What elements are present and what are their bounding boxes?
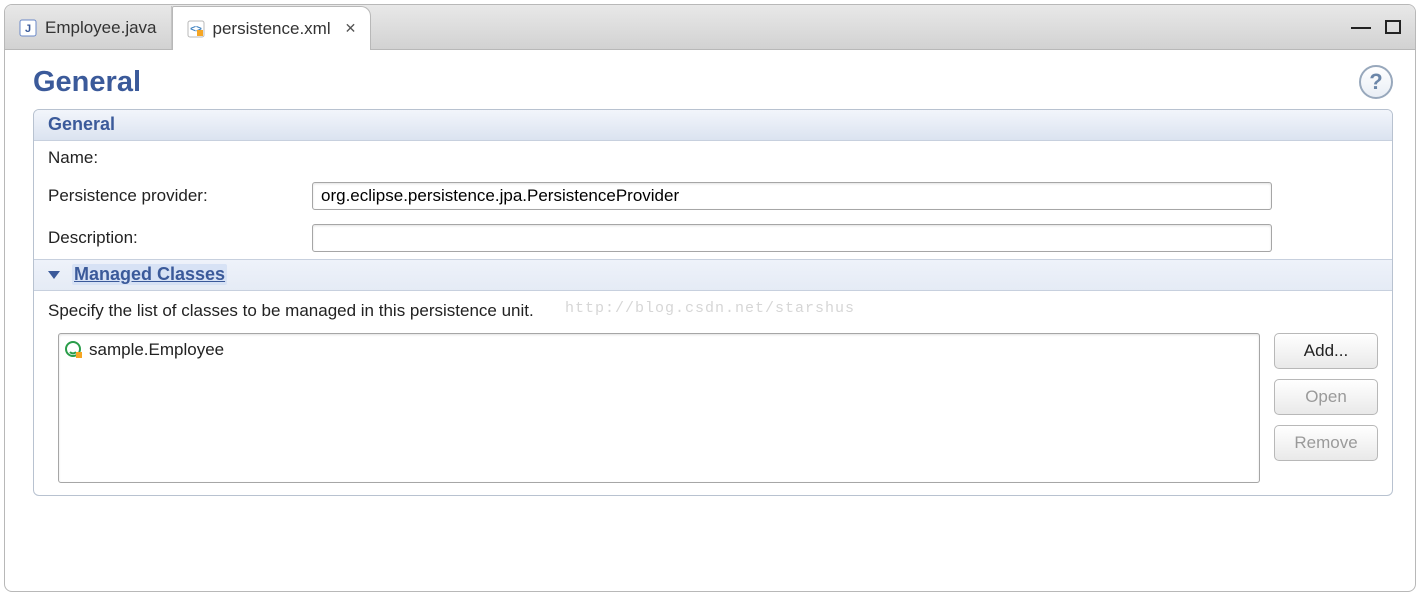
managed-classes-hint: Specify the list of classes to be manage… [44, 291, 1392, 333]
section-general: General Name: Persistence provider: Desc… [33, 109, 1393, 496]
section-managed-title-bar[interactable]: Managed Classes [34, 259, 1392, 291]
name-label: Name: [34, 141, 312, 175]
tabbar-controls [1351, 5, 1415, 49]
close-icon[interactable]: ✕ [345, 20, 357, 37]
chevron-down-icon [48, 271, 60, 279]
editor-tab-bar: J Employee.java <> persistence.xml ✕ [5, 5, 1415, 50]
tab-employee-java[interactable]: J Employee.java [5, 6, 172, 49]
svg-text:J: J [25, 23, 31, 35]
section-general-title: General [34, 110, 1392, 141]
tab-label: Employee.java [45, 18, 157, 38]
tab-persistence-xml[interactable]: <> persistence.xml ✕ [172, 6, 372, 50]
list-item-label: sample.Employee [89, 340, 224, 360]
description-label: Description: [34, 217, 312, 259]
section-title-text: General [48, 114, 115, 135]
minimize-icon[interactable] [1351, 25, 1371, 29]
editor-window: J Employee.java <> persistence.xml ✕ Gen [4, 4, 1416, 592]
managed-classes-link[interactable]: Managed Classes [72, 264, 227, 285]
help-icon: ? [1359, 65, 1393, 99]
managed-classes-row: sample.Employee Add... Open Remove [44, 333, 1392, 495]
tab-label: persistence.xml [213, 19, 331, 39]
page-title: General [33, 66, 141, 99]
add-button[interactable]: Add... [1274, 333, 1378, 369]
provider-label: Persistence provider: [34, 175, 312, 217]
remove-button[interactable]: Remove [1274, 425, 1378, 461]
persistence-provider-input[interactable] [312, 182, 1272, 210]
editor-content: General ? General Name: Persistence prov… [5, 50, 1415, 591]
page-header: General ? [5, 51, 1415, 109]
maximize-icon[interactable] [1385, 20, 1401, 34]
xml-file-icon: <> [187, 20, 205, 38]
entity-icon [65, 341, 83, 359]
java-file-icon: J [19, 19, 37, 37]
managed-classes-list[interactable]: sample.Employee [58, 333, 1260, 483]
general-form: Name: Persistence provider: Description: [34, 141, 1392, 259]
managed-buttons: Add... Open Remove [1274, 333, 1378, 461]
list-item[interactable]: sample.Employee [65, 338, 1253, 362]
open-button[interactable]: Open [1274, 379, 1378, 415]
description-input[interactable] [312, 224, 1272, 252]
help-button[interactable]: ? [1359, 65, 1393, 99]
